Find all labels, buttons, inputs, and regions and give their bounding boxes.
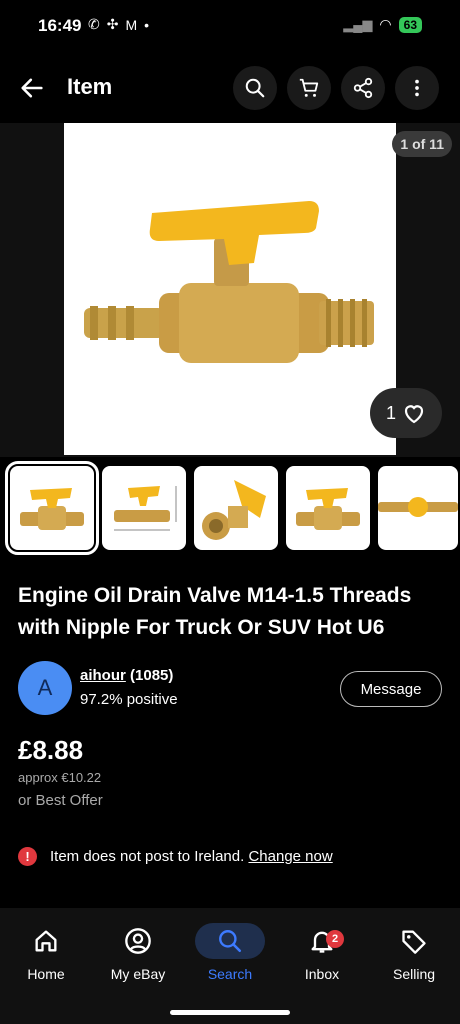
status-notification-icons: ✆ ✣ M • xyxy=(88,16,149,33)
nav-inbox-label: Inbox xyxy=(304,966,340,982)
thumbnail-image xyxy=(202,480,266,540)
home-icon xyxy=(35,930,57,952)
item-price: £8.88 xyxy=(18,735,84,765)
more-vertical-icon xyxy=(415,79,419,97)
whatsapp-icon: ✆ xyxy=(88,16,100,32)
valve-image xyxy=(84,201,374,363)
nav-home[interactable]: Home xyxy=(4,924,88,982)
nav-my-ebay-label: My eBay xyxy=(110,966,166,982)
signal-icon: ▂▄▆ xyxy=(343,16,373,32)
cart-icon xyxy=(299,78,319,97)
wifi-icon: ◠ xyxy=(379,16,392,32)
nav-search-active-pill xyxy=(195,923,265,959)
watch-count: 1 xyxy=(385,402,396,423)
approx-price: approx €10.22 xyxy=(18,770,102,785)
back-arrow-icon[interactable] xyxy=(18,74,46,102)
thumbnail-image xyxy=(296,488,360,530)
share-button[interactable] xyxy=(341,66,385,110)
page-title: Item xyxy=(67,74,113,99)
share-icon xyxy=(353,77,373,99)
shipping-notice-text-row: Item does not post to Ireland. Change no… xyxy=(50,848,333,865)
thumbnail-4[interactable] xyxy=(286,466,370,550)
more-options-button[interactable] xyxy=(395,66,439,110)
image-counter: 1 of 11 xyxy=(392,131,452,157)
thumbnail-5[interactable] xyxy=(378,466,458,550)
dot-icon: • xyxy=(144,16,150,33)
thumbnail-image xyxy=(378,497,458,517)
nav-home-label: Home xyxy=(27,966,65,982)
message-seller-button[interactable]: Message xyxy=(340,671,442,707)
thumbnail-3[interactable] xyxy=(194,466,278,550)
fan-icon: ✣ xyxy=(106,16,119,32)
profile-icon xyxy=(125,928,151,954)
seller-info: A aihour (1085) 97.2% positive Message xyxy=(18,661,442,717)
nav-search-label: Search xyxy=(207,966,253,982)
search-icon xyxy=(219,930,242,953)
search-icon xyxy=(245,78,265,98)
mail-icon: M xyxy=(125,16,138,33)
seller-rating-count: (1085) xyxy=(130,667,174,684)
tag-icon xyxy=(402,930,426,954)
search-button[interactable] xyxy=(233,66,277,110)
nav-inbox[interactable]: 2 Inbox xyxy=(280,924,364,982)
inbox-badge: 2 xyxy=(326,930,344,948)
seller-name-link[interactable]: aihour xyxy=(80,667,126,684)
alert-icon: ! xyxy=(18,847,37,866)
status-time: 16:49 xyxy=(38,16,82,35)
thumbnail-2[interactable] xyxy=(102,466,186,550)
status-bar: 16:49 ✆ ✣ M • ▂▄▆ ◠ 63 xyxy=(0,0,460,52)
product-image[interactable] xyxy=(64,123,396,455)
status-right: ▂▄▆ ◠ 63 xyxy=(343,16,422,33)
thumbnail-1[interactable] xyxy=(5,461,99,555)
bottom-navigation: Home My eBay Search 2 Inbox Selling xyxy=(0,908,460,1024)
shipping-notice: ! Item does not post to Ireland. Change … xyxy=(18,847,333,866)
home-indicator xyxy=(170,1010,290,1015)
nav-selling-label: Selling xyxy=(392,966,436,982)
nav-my-ebay[interactable]: My eBay xyxy=(96,924,180,982)
thumbnail-image xyxy=(114,486,177,531)
nav-search[interactable]: Search xyxy=(188,923,272,982)
item-title: Engine Oil Drain Valve M14-1.5 Threads w… xyxy=(18,584,412,639)
image-gallery[interactable]: 1 of 11 1 xyxy=(0,123,460,457)
best-offer-label: or Best Offer xyxy=(18,792,103,809)
battery-indicator: 63 xyxy=(398,16,422,33)
shipping-notice-text: Item does not post to Ireland. xyxy=(50,848,245,865)
seller-avatar[interactable]: A xyxy=(18,661,72,715)
watch-button[interactable]: 1 xyxy=(370,388,442,438)
nav-selling[interactable]: Selling xyxy=(372,924,456,982)
thumbnail-strip xyxy=(5,461,458,555)
heart-icon xyxy=(404,405,424,424)
cart-button[interactable] xyxy=(287,66,331,110)
top-app-bar: Item xyxy=(0,62,460,114)
change-location-link[interactable]: Change now xyxy=(248,848,332,865)
thumbnail-image xyxy=(20,488,84,530)
seller-positive-feedback: 97.2% positive xyxy=(80,691,178,708)
seller-name-row[interactable]: aihour (1085) xyxy=(80,667,173,684)
